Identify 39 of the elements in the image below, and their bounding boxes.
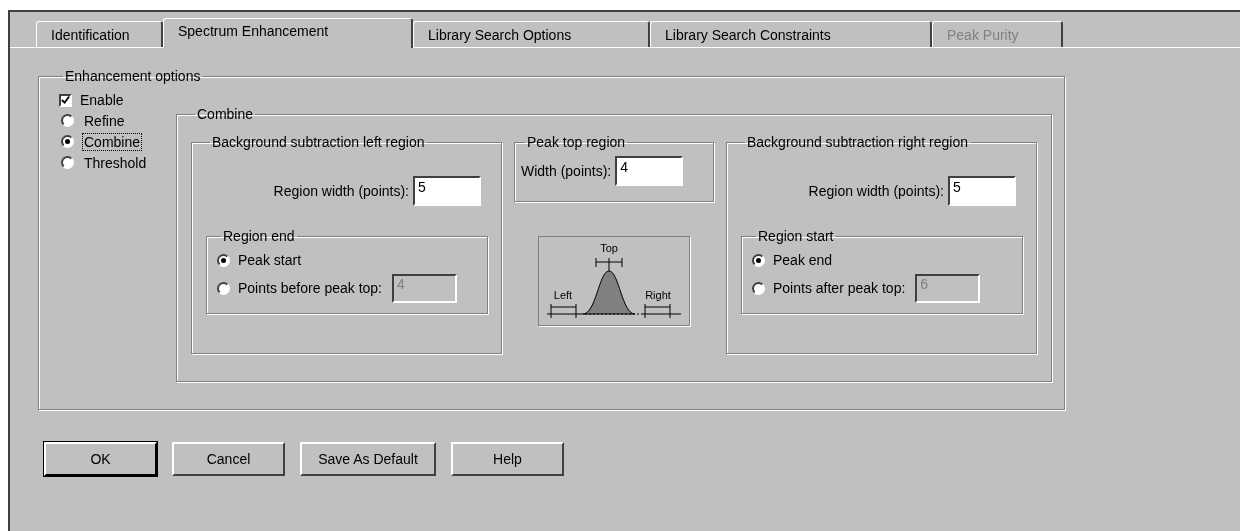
field-label: Width (points): (521, 163, 612, 179)
checkbox[interactable] (59, 93, 72, 107)
radio-label[interactable]: Combine (82, 132, 143, 151)
group-title: Region end (222, 228, 296, 244)
radio-label[interactable]: Peak start (238, 252, 302, 268)
dialog-button[interactable]: OK (44, 442, 157, 476)
radio-button[interactable] (61, 135, 74, 148)
group-title: Background subtraction right region (746, 134, 970, 150)
group-title: Background subtraction left region (211, 134, 426, 150)
radio-label[interactable]: Refine (82, 111, 127, 130)
input-field[interactable]: 4 (615, 156, 684, 186)
group-title: Combine (196, 106, 255, 122)
radio-label[interactable]: Threshold (82, 153, 149, 172)
group-title: Region start (757, 228, 835, 244)
tab[interactable]: Library Search Options (413, 21, 650, 47)
radio-button[interactable] (61, 156, 74, 169)
tab[interactable]: Spectrum Enhancement (163, 18, 413, 48)
dialog-button[interactable]: Cancel (172, 442, 285, 476)
input-field[interactable]: 5 (948, 176, 1016, 206)
dialog-button[interactable]: Help (451, 442, 564, 476)
radio-button[interactable] (752, 253, 765, 267)
field-label: Region width (points): (273, 183, 409, 199)
group-title: Enhancement options (64, 68, 202, 84)
group-title: Peak top region (526, 134, 627, 150)
radio-button[interactable] (217, 281, 230, 295)
diagram-label: Left (553, 289, 573, 301)
radio-button[interactable] (61, 114, 74, 127)
field-label: Region width (points): (808, 183, 944, 199)
radio-label[interactable]: Points after peak top: (773, 280, 906, 296)
radio-label[interactable]: Peak end (773, 252, 833, 268)
input-field[interactable]: 5 (413, 176, 481, 206)
diagram-label: Right (645, 289, 671, 301)
radio-label[interactable]: Points before peak top: (238, 280, 382, 296)
radio-button[interactable] (217, 253, 230, 267)
diagram-label: Top (600, 242, 618, 254)
tab[interactable]: Library Search Constraints (650, 21, 932, 47)
radio-button[interactable] (752, 281, 765, 295)
checkbox-label[interactable]: Enable (80, 92, 124, 108)
dialog-button[interactable]: Save As Default (300, 442, 436, 476)
